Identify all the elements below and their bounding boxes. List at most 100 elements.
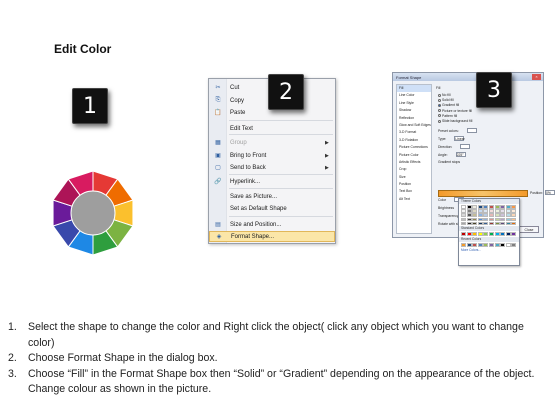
menu-item-format-shape[interactable]: ◈ Format Shape...	[209, 231, 335, 242]
color-swatch[interactable]	[477, 221, 483, 226]
menu-item-send-to-back[interactable]: ▢ Send to Back ▶	[209, 162, 335, 173]
position-field[interactable]: 0%	[545, 190, 556, 195]
color-swatch[interactable]	[477, 232, 483, 236]
color-swatch[interactable]	[511, 217, 517, 222]
fill-option-no-fill[interactable]: No fill	[438, 93, 450, 97]
color-swatch[interactable]	[483, 221, 489, 226]
category-line-color[interactable]: Line Color	[397, 92, 431, 99]
close-button[interactable]: Close	[519, 226, 539, 233]
color-swatch[interactable]	[500, 242, 506, 247]
color-swatch[interactable]	[461, 213, 466, 217]
color-swatch[interactable]	[488, 242, 494, 247]
color-swatch[interactable]	[477, 205, 483, 209]
color-swatch[interactable]	[505, 209, 511, 213]
wheel-center[interactable]	[70, 190, 116, 236]
color-swatch[interactable]	[500, 213, 506, 217]
color-swatch[interactable]	[511, 242, 517, 247]
color-swatch[interactable]	[466, 232, 472, 236]
color-swatch[interactable]	[494, 242, 500, 247]
color-swatch[interactable]	[472, 232, 478, 236]
menu-item-set-as-default-shape[interactable]: Set as Default Shape	[209, 203, 335, 214]
color-swatch[interactable]	[505, 205, 511, 209]
color-swatch[interactable]	[505, 221, 511, 226]
color-swatch[interactable]	[488, 232, 494, 236]
color-swatch[interactable]	[472, 242, 478, 247]
color-swatch[interactable]	[505, 232, 511, 236]
color-swatch[interactable]	[488, 221, 494, 226]
color-swatch[interactable]	[494, 221, 500, 226]
color-swatch[interactable]	[466, 205, 472, 209]
color-swatch[interactable]	[500, 205, 506, 209]
color-swatch[interactable]	[472, 209, 478, 213]
category-text-box[interactable]: Text Box	[397, 188, 431, 195]
field-control[interactable]	[460, 144, 471, 149]
menu-item-hyperlink[interactable]: 🔗 Hyperlink...	[209, 176, 335, 187]
fill-option-slide-background-fill[interactable]: Slide background fill	[438, 119, 472, 123]
color-swatch[interactable]	[483, 242, 489, 247]
radio-button[interactable]	[438, 93, 441, 97]
radio-button[interactable]	[438, 114, 441, 118]
category-fill[interactable]: Fill	[397, 85, 431, 93]
color-swatch[interactable]	[488, 209, 494, 213]
color-swatch[interactable]	[511, 221, 517, 226]
color-swatch[interactable]	[466, 217, 472, 222]
color-wheel-shape[interactable]	[48, 168, 138, 258]
color-swatch[interactable]	[500, 217, 506, 222]
color-swatch[interactable]	[505, 217, 511, 222]
color-swatch[interactable]	[483, 209, 489, 213]
color-swatch[interactable]	[461, 209, 466, 213]
color-swatch[interactable]	[466, 221, 472, 226]
category-3-d-rotation[interactable]: 3-D Rotation	[397, 137, 431, 144]
color-swatch[interactable]	[461, 205, 466, 209]
field-control[interactable]: Linear	[454, 136, 465, 141]
category-glow-and-soft-edges[interactable]: Glow and Soft Edges	[397, 122, 431, 129]
fill-option-gradient-fill[interactable]: Gradient fill	[438, 103, 459, 107]
color-swatch[interactable]	[511, 232, 517, 236]
fill-option-solid-fill[interactable]: Solid fill	[438, 98, 454, 102]
color-swatch[interactable]	[511, 209, 517, 213]
color-swatch[interactable]	[494, 232, 500, 236]
color-swatch[interactable]	[483, 205, 489, 209]
color-swatch[interactable]	[494, 213, 500, 217]
radio-button[interactable]	[438, 109, 441, 113]
color-swatch[interactable]	[461, 217, 466, 222]
color-swatch[interactable]	[488, 217, 494, 222]
color-swatch[interactable]	[466, 209, 472, 213]
color-swatch[interactable]	[505, 213, 511, 217]
category-3-d-format[interactable]: 3-D Format	[397, 129, 431, 136]
fill-option-picture-or-texture-fill[interactable]: Picture or texture fill	[438, 109, 472, 113]
menu-item-edit-text[interactable]: Edit Text	[209, 123, 335, 134]
color-swatch[interactable]	[477, 217, 483, 222]
color-swatch[interactable]	[472, 213, 478, 217]
category-size[interactable]: Size	[397, 174, 431, 181]
color-swatch[interactable]	[466, 242, 472, 247]
color-swatch[interactable]	[477, 209, 483, 213]
color-swatch[interactable]	[472, 221, 478, 226]
color-swatch[interactable]	[488, 205, 494, 209]
radio-button[interactable]	[438, 103, 441, 107]
category-crop[interactable]: Crop	[397, 166, 431, 173]
color-swatch[interactable]	[472, 217, 478, 222]
color-swatch[interactable]	[500, 221, 506, 226]
color-swatch[interactable]	[511, 205, 517, 209]
color-swatch[interactable]	[461, 221, 466, 226]
menu-item-size-and-position[interactable]: ▤ Size and Position...	[209, 219, 335, 230]
close-icon[interactable]: ×	[532, 74, 541, 80]
color-swatch[interactable]	[505, 242, 511, 247]
category-reflection[interactable]: Reflection	[397, 115, 431, 122]
color-swatch[interactable]	[494, 217, 500, 222]
color-swatch[interactable]	[472, 205, 478, 209]
category-line-style[interactable]: Line Style	[397, 100, 431, 107]
color-swatch[interactable]	[477, 242, 483, 247]
color-swatch[interactable]	[461, 242, 466, 247]
color-swatch[interactable]	[494, 209, 500, 213]
gradient-stops-bar[interactable]	[438, 190, 528, 197]
radio-button[interactable]	[438, 119, 441, 123]
color-swatch[interactable]	[500, 232, 506, 236]
color-swatch[interactable]	[483, 213, 489, 217]
category-picture-color[interactable]: Picture Color	[397, 152, 431, 159]
radio-button[interactable]	[438, 98, 441, 102]
color-swatch[interactable]	[500, 209, 506, 213]
fill-option-pattern-fill[interactable]: Pattern fill	[438, 114, 457, 118]
category-position[interactable]: Position	[397, 181, 431, 188]
